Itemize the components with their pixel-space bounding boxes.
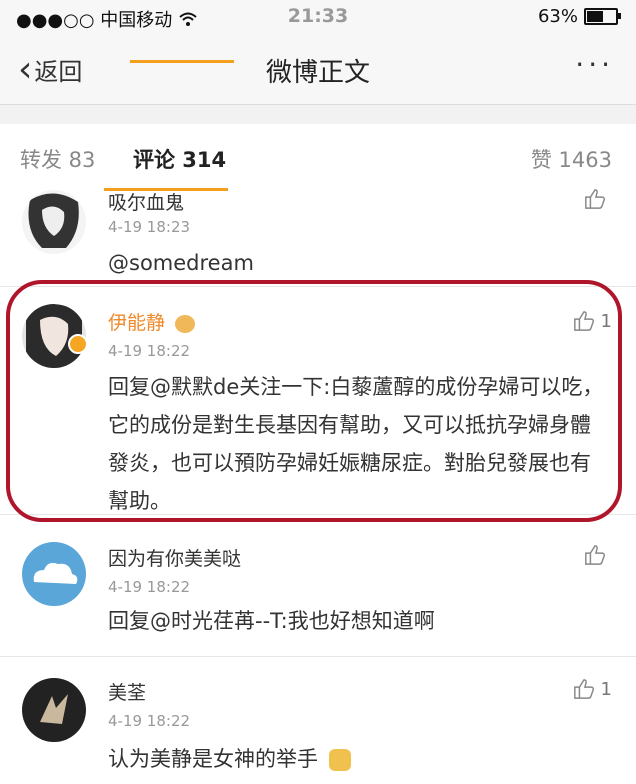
page-title: 微博正文 (265, 58, 370, 88)
comment-text[interactable]: 回复@时光荏苒--T:我也好想知道啊 (108, 602, 608, 640)
avatar[interactable] (22, 678, 86, 742)
like-button[interactable]: 1 (573, 678, 612, 700)
emoji-icon (175, 314, 196, 333)
raised-hand-emoji-icon (328, 749, 351, 771)
comment-time: 4-19 18:22 (108, 578, 191, 596)
comment-list[interactable]: 吸尔血鬼 4-19 18:23 @somedream 伊能静 4-19 18:2… (0, 188, 636, 784)
comment-time: 4-19 18:22 (108, 342, 191, 360)
commenter-name[interactable]: 吸尔血鬼 (108, 188, 184, 215)
tab-bar: 转发 83 评论 314 赞 1463 (0, 124, 636, 189)
avatar[interactable] (22, 190, 86, 254)
thumbs-up-icon (573, 679, 594, 699)
thumbs-up-icon (585, 189, 606, 209)
comment-time: 4-19 18:22 (108, 712, 191, 730)
tab-like[interactable]: 赞 1463 (531, 144, 612, 174)
thumbs-up-icon (573, 311, 594, 331)
comment-text-content: 认为美静是女神的举手 (108, 747, 318, 771)
comment-time: 4-19 18:23 (108, 218, 191, 236)
thumbs-up-icon (585, 545, 606, 565)
comment-item: 美荃 4-19 18:22 认为美静是女神的举手 1 (0, 656, 636, 784)
comment-text[interactable]: 认为美静是女神的举手 (108, 740, 608, 778)
comment-item: 伊能静 4-19 18:22 回复@默默de关注一下:白藜蘆醇的成份孕婦可以吃，… (0, 286, 636, 515)
status-bar: ●●●○○ 中国移动 21:33 63% (0, 0, 636, 32)
tab-comment[interactable]: 评论 314 (133, 144, 226, 174)
verified-badge-icon (68, 334, 88, 354)
battery-icon (584, 8, 621, 25)
like-button[interactable]: 1 (573, 310, 612, 332)
comment-item: 因为有你美美哒 4-19 18:22 回复@时光荏苒--T:我也好想知道啊 (0, 516, 636, 657)
battery-percent: 63% (537, 6, 578, 27)
tab-repost[interactable]: 转发 83 (20, 144, 95, 174)
like-button[interactable] (584, 188, 612, 210)
like-count: 1 (600, 310, 612, 332)
commenter-name-text: 伊能静 (108, 312, 166, 334)
like-count: 1 (600, 678, 612, 700)
like-button[interactable] (584, 544, 612, 566)
navigation-bar: ‹ 返回 微博正文 ··· (0, 32, 636, 105)
battery-info: 63% (537, 6, 621, 27)
avatar[interactable] (22, 542, 86, 606)
more-options-button[interactable]: ··· (575, 48, 614, 81)
tab-active-indicator (130, 60, 234, 63)
commenter-name[interactable]: 伊能静 (108, 308, 196, 335)
comment-item: 吸尔血鬼 4-19 18:23 @somedream (0, 188, 636, 287)
commenter-name[interactable]: 因为有你美美哒 (108, 544, 241, 571)
commenter-name[interactable]: 美荃 (108, 678, 146, 705)
name-underline-decoration (104, 188, 228, 191)
comment-text[interactable]: @somedream (108, 244, 608, 282)
comment-text[interactable]: 回复@默默de关注一下:白藜蘆醇的成份孕婦可以吃，它的成份是對生長基因有幫助，又… (108, 368, 608, 520)
